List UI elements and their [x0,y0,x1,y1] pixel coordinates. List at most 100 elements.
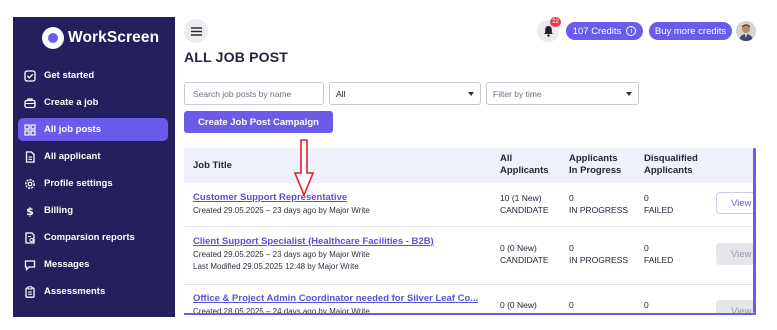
report-icon [23,231,36,244]
notification-count-badge: 22 [550,17,561,27]
table-header: Job Title All Applicants Applicants In P… [184,148,756,183]
logo-icon [42,27,64,49]
sidebar-item-label: Messages [44,259,90,270]
failed-count: 0 [644,243,649,253]
failed-cell: 0 FAILED [644,242,673,266]
all-applicants-count: 10 (1 New) [500,193,542,203]
user-avatar-icon [736,21,756,41]
job-modified-meta: Last Modified 29.05.2025 12:48 by Major … [193,262,359,271]
sidebar-item-label: All applicant [44,151,101,162]
table-row: Client Support Specialist (Healthcare Fa… [184,228,756,285]
sidebar-item-label: Create a job [44,97,99,108]
sidebar-item-all-applicant[interactable]: All applicant [18,145,168,168]
time-filter-select[interactable]: Filter by time [486,82,639,105]
failed-count: 0 [644,193,649,203]
sidebar-item-assessments[interactable]: Assessments [18,280,168,303]
column-header-disqualified: Disqualified Applicants [644,153,698,177]
buy-more-credits-button[interactable]: Buy more credits [649,22,732,40]
status-filter-select[interactable]: All [329,82,481,105]
create-job-post-campaign-button[interactable]: Create Job Post Campaign [184,111,333,133]
failed-cell: 0 FAILED [644,192,673,216]
sidebar-item-comparsion-reports[interactable]: Comparsion reports [18,226,168,249]
sidebar-item-get-started[interactable]: Get started [18,64,168,87]
menu-toggle-button[interactable] [184,19,208,43]
info-icon[interactable]: i [626,26,637,36]
page-title: ALL JOB POST [184,49,289,65]
header-line: Applicants [569,153,618,164]
failed-label: FAILED [644,205,674,215]
annotation-arrow-icon [293,139,315,197]
job-title-link[interactable]: Client Support Specialist (Healthcare Fa… [193,236,434,247]
in-progress-count: 0 [569,193,574,203]
table-row: Customer Support Representative Created … [184,183,756,227]
clipboard-icon [23,285,36,298]
svg-text:$: $ [26,205,34,217]
column-header-job-title: Job Title [193,160,232,171]
caret-down-icon [468,92,474,96]
bell-icon [543,26,553,37]
sidebar-item-label: Assessments [44,286,106,297]
document-icon [23,150,36,163]
sidebar-item-label: Get started [44,70,95,81]
view-button[interactable]: View [716,192,756,214]
sidebar-item-create-job[interactable]: Create a job [18,91,168,114]
caret-down-icon [626,92,632,96]
all-applicants-cell: 0 (0 New) CANDIDATE [500,242,549,266]
sidebar-item-profile-settings[interactable]: Profile settings [18,172,168,195]
hamburger-icon [190,26,202,36]
sidebar-item-all-job-posts[interactable]: All job posts [18,118,168,141]
table-row: Office & Project Admin Coordinator neede… [184,286,756,315]
search-input[interactable] [184,82,324,105]
all-applicants-cell: 10 (1 New) CANDIDATE [500,192,549,216]
failed-label: FAILED [644,255,674,265]
all-applicants-label: CANDIDATE [500,255,549,265]
table-bottom-border [184,313,756,315]
failed-cell: 0 [644,299,649,311]
all-applicants-count: 0 (0 New) [500,243,537,253]
briefcase-icon [23,96,36,109]
column-header-all-applicants: All Applicants [500,153,549,177]
logo-text: WorkScreen [68,29,160,46]
in-progress-label: IN PROGRESS [569,205,629,215]
in-progress-cell: 0 IN PROGRESS [569,242,628,266]
check-square-icon [23,69,36,82]
header-line: All [500,153,513,164]
job-title-link[interactable]: Customer Support Representative [193,192,347,203]
avatar[interactable] [736,21,756,41]
in-progress-label: IN PROGRESS [569,255,629,265]
in-progress-count: 0 [569,300,574,310]
credits-label: 107 Credits [572,25,622,37]
gear-icon [23,177,36,190]
sidebar-item-billing[interactable]: $ Billing [18,199,168,222]
all-applicants-count: 0 (0 New) [500,300,537,310]
dollar-icon: $ [23,204,36,217]
time-filter-placeholder: Filter by time [493,88,542,99]
sidebar: WorkScreen Get started Create a job All … [13,17,175,317]
view-button[interactable]: View [716,243,756,265]
job-title-link[interactable]: Office & Project Admin Coordinator neede… [193,293,478,304]
sidebar-item-label: Comparsion reports [44,232,135,243]
all-applicants-label: CANDIDATE [500,205,549,215]
chat-icon [23,258,36,271]
sidebar-item-label: Billing [44,205,74,216]
sidebar-item-label: Profile settings [44,178,113,189]
sidebar-item-label: All job posts [44,124,101,135]
header-line: Applicants [500,165,549,176]
sidebar-nav: Get started Create a job All job posts A… [18,64,168,307]
all-applicants-cell: 0 (0 New) [500,299,537,311]
credits-badge[interactable]: 107 Credits i [566,22,643,40]
app-root: WorkScreen Get started Create a job All … [0,0,777,330]
in-progress-count: 0 [569,243,574,253]
grid-icon [23,123,36,136]
header-line: Disqualified [644,153,698,164]
in-progress-cell: 0 [569,299,574,311]
vertical-scrollbar[interactable] [753,148,756,313]
job-created-meta: Created 29.05.2025 – 23 days ago by Majo… [193,206,370,215]
sidebar-item-messages[interactable]: Messages [18,253,168,276]
status-filter-value: All [336,88,346,99]
logo[interactable]: WorkScreen [42,27,159,49]
in-progress-cell: 0 IN PROGRESS [569,192,628,216]
column-header-in-progress: Applicants In Progress [569,153,621,177]
job-created-meta: Created 29.05.2025 – 23 days ago by Majo… [193,250,370,259]
header-line: Applicants [644,165,693,176]
